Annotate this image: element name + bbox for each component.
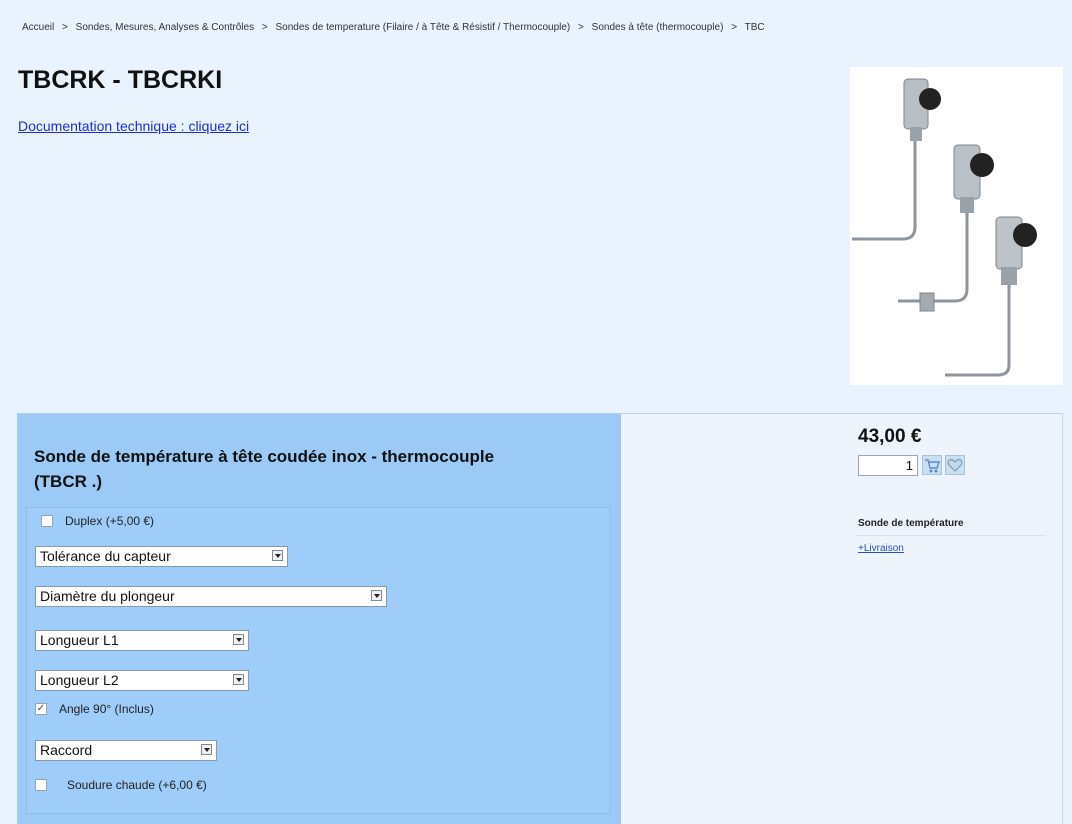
add-to-cart-button[interactable] <box>922 455 942 475</box>
breadcrumb: Accueil > Sondes, Mesures, Analyses & Co… <box>22 22 1072 33</box>
chevron-down-icon <box>272 550 283 561</box>
option-duplex: Duplex (+5,00 €) <box>41 514 154 528</box>
soudure-label: Soudure chaude (+6,00 €) <box>67 778 207 792</box>
breadcrumb-item-accueil[interactable]: Accueil <box>22 22 54 33</box>
diametre-select[interactable]: Diamètre du plongeur <box>35 586 387 607</box>
options-box: Duplex (+5,00 €) Tolérance du capteur Di… <box>26 507 611 814</box>
product-price: 43,00 € <box>858 426 922 447</box>
longueur-l2-select[interactable]: Longueur L2 <box>35 670 249 691</box>
breadcrumb-separator: > <box>731 22 738 33</box>
quantity-input[interactable]: 1 <box>858 455 918 476</box>
add-to-wishlist-button[interactable] <box>945 455 965 475</box>
tolerance-select-value: Tolérance du capteur <box>40 548 171 564</box>
chevron-down-icon <box>201 744 212 755</box>
delivery-link[interactable]: +Livraison <box>858 543 904 554</box>
tolerance-select[interactable]: Tolérance du capteur <box>35 546 288 567</box>
chevron-down-icon <box>233 634 244 645</box>
duplex-label: Duplex (+5,00 €) <box>65 514 155 528</box>
divider <box>856 535 1046 536</box>
longueur-l2-select-value: Longueur L2 <box>40 672 119 688</box>
cart-icon <box>925 459 941 473</box>
breadcrumb-separator: > <box>578 22 584 33</box>
soudure-checkbox[interactable] <box>35 779 47 791</box>
breadcrumb-item-current: TBC <box>744 22 765 33</box>
breadcrumb-item-sondes-a-tete[interactable]: Sondes à tête (thermocouple) <box>592 22 724 33</box>
angle-checkbox[interactable]: ✓ <box>35 703 47 715</box>
side-category-title: Sonde de température <box>858 518 964 529</box>
longueur-l1-select-value: Longueur L1 <box>40 632 119 648</box>
option-angle: ✓ Angle 90° (Inclus) <box>35 702 154 716</box>
page-title: TBCRK - TBCRKI <box>18 66 223 94</box>
duplex-checkbox[interactable] <box>41 515 53 527</box>
panel-border <box>1062 414 1063 824</box>
product-options-panel: Sonde de température à tête coudée inox … <box>17 414 621 824</box>
option-soudure: Soudure chaude (+6,00 €) <box>35 778 207 792</box>
heart-icon <box>947 458 963 472</box>
breadcrumb-item-sondes-mesures[interactable]: Sondes, Mesures, Analyses & Contrôles <box>76 22 254 33</box>
raccord-select-value: Raccord <box>40 742 93 758</box>
breadcrumb-separator: > <box>62 22 68 33</box>
product-name: Sonde de température à tête coudée inox … <box>34 447 495 491</box>
diametre-select-value: Diamètre du plongeur <box>40 588 175 604</box>
chevron-down-icon <box>371 590 382 601</box>
documentation-link[interactable]: Documentation technique : cliquez ici <box>18 118 249 134</box>
angle-label: Angle 90° (Inclus) <box>59 702 154 716</box>
longueur-l1-select[interactable]: Longueur L1 <box>35 630 249 651</box>
breadcrumb-item-sondes-temperature[interactable]: Sondes de temperature (Filaire / à Tête … <box>276 22 571 33</box>
thermocouple-probes-image <box>850 67 1063 385</box>
breadcrumb-separator: > <box>261 22 268 33</box>
chevron-down-icon <box>233 674 244 685</box>
raccord-select[interactable]: Raccord <box>35 740 217 761</box>
